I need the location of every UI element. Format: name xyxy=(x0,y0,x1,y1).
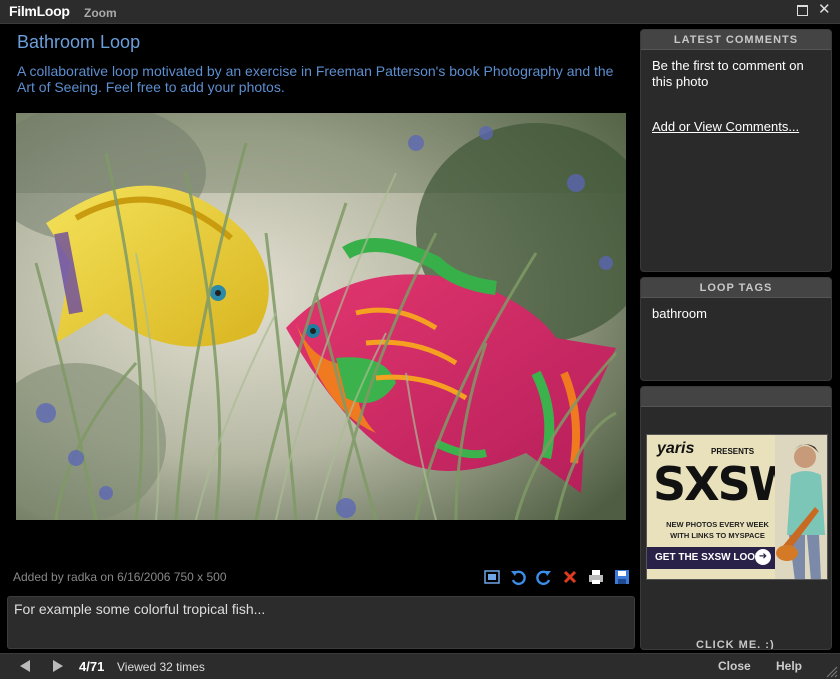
loop-title: Bathroom Loop xyxy=(17,32,141,52)
loop-tags-header: LOOP TAGS xyxy=(641,278,831,298)
close-window-icon[interactable]: ✕ xyxy=(818,2,831,17)
bottom-bar: 4/71 Viewed 32 times Close Help xyxy=(0,653,840,679)
help-button[interactable]: Help xyxy=(776,659,802,673)
photo-counter: 4/71 xyxy=(79,659,105,674)
sxsw-ad-banner[interactable]: yaris PRESENTS SXSW NEW PHOTOS EVERY WEE… xyxy=(646,434,828,580)
ad-subline-2: WITH LINKS TO MYSPACE xyxy=(670,531,765,540)
delete-icon[interactable] xyxy=(561,568,579,586)
click-me-label[interactable]: CLICK ME. :) xyxy=(696,639,775,649)
ad-subline-1: NEW PHOTOS EVERY WEEK xyxy=(666,520,769,529)
loop-tags-panel: LOOP TAGS bathroom xyxy=(640,277,832,381)
photo-caption: For example some colorful tropical fish.… xyxy=(7,596,635,649)
next-arrow-icon[interactable] xyxy=(51,659,65,673)
comments-empty-text: Be the first to comment on this photo xyxy=(652,58,804,89)
previous-arrow-icon[interactable] xyxy=(18,659,32,673)
photo-viewer[interactable] xyxy=(16,113,626,520)
photo-meta: Added by radka on 6/16/2006 750 x 500 xyxy=(13,570,227,584)
save-icon[interactable] xyxy=(613,568,631,586)
view-count: Viewed 32 times xyxy=(117,660,205,674)
ad-cta-bar: GET THE SXSW LOOP ➜ xyxy=(647,547,792,569)
ad-cta-text: GET THE SXSW LOOP xyxy=(655,552,762,563)
ad-brand: yaris xyxy=(657,440,695,457)
arrow-right-icon: ➜ xyxy=(755,549,771,565)
add-view-comments-link[interactable]: Add or View Comments... xyxy=(652,119,799,135)
guitarist-illustration xyxy=(775,435,827,579)
main-content: Bathroom Loop A collaborative loop motiv… xyxy=(0,25,638,653)
maximize-icon[interactable] xyxy=(797,5,808,16)
rotate-right-icon[interactable] xyxy=(535,568,553,586)
ad-subline: NEW PHOTOS EVERY WEEK WITH LINKS TO MYSP… xyxy=(655,519,780,541)
loop-description: A collaborative loop motivated by an exe… xyxy=(17,63,614,95)
ad-panel-header xyxy=(641,387,831,407)
fit-to-screen-icon[interactable] xyxy=(483,568,501,586)
latest-comments-header: LATEST COMMENTS xyxy=(641,30,831,50)
zoom-label: Zoom xyxy=(84,6,117,20)
tag-item[interactable]: bathroom xyxy=(652,306,820,322)
print-icon[interactable] xyxy=(587,568,605,586)
ad-presents: PRESENTS xyxy=(711,447,755,456)
ad-panel: yaris PRESENTS SXSW NEW PHOTOS EVERY WEE… xyxy=(640,386,832,650)
filmloop-logo: FilmLoop xyxy=(9,3,70,19)
tropical-fish-photo xyxy=(16,113,626,520)
rotate-left-icon[interactable] xyxy=(509,568,527,586)
close-button[interactable]: Close xyxy=(718,659,751,673)
title-bar: FilmLoop Zoom ✕ xyxy=(0,0,840,24)
resize-grip-icon[interactable] xyxy=(824,664,838,678)
latest-comments-panel: LATEST COMMENTS Be the first to comment … xyxy=(640,29,832,272)
